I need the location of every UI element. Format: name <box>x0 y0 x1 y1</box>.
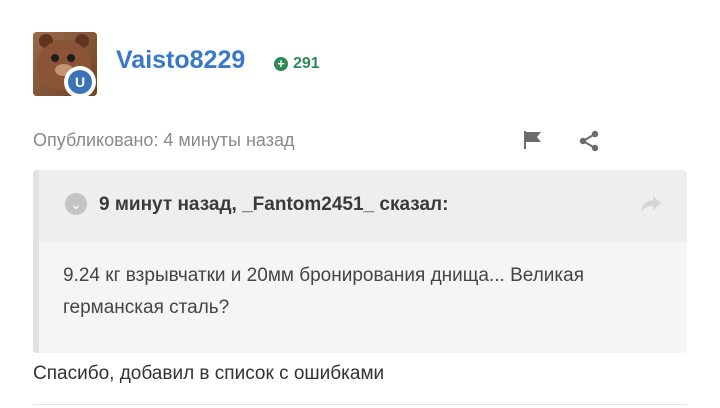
flag-icon[interactable] <box>522 130 544 150</box>
share-icon[interactable] <box>578 130 600 152</box>
avatar-eye-right <box>67 54 75 62</box>
quote-header: ⌄ 9 минут назад, _Fantom2451_ сказал: <box>39 170 687 242</box>
post-content: Спасибо, добавил в список с ошибками <box>33 363 385 384</box>
user-group-badge: U <box>64 66 96 98</box>
divider <box>33 404 687 405</box>
badge-letter: U <box>68 70 92 94</box>
quote-citation[interactable]: 9 минут назад, _Fantom2451_ сказал: <box>99 194 448 216</box>
posted-timestamp[interactable]: Опубликовано: 4 минуты назад <box>33 130 295 151</box>
avatar-eye-left <box>51 54 59 62</box>
quote-share-arrow-icon[interactable] <box>639 194 663 214</box>
username-link[interactable]: Vaisto8229 <box>116 46 245 75</box>
quote-text: 9.24 кг взрывчатки и 20мм бронирования д… <box>63 265 584 318</box>
reputation-badge: + 291 <box>274 55 320 73</box>
quote-block: ⌄ 9 минут назад, _Fantom2451_ сказал: 9.… <box>33 170 687 353</box>
chevron-down-icon[interactable]: ⌄ <box>65 193 87 215</box>
reputation-count: 291 <box>293 55 320 72</box>
plus-circle-icon: + <box>274 57 288 71</box>
